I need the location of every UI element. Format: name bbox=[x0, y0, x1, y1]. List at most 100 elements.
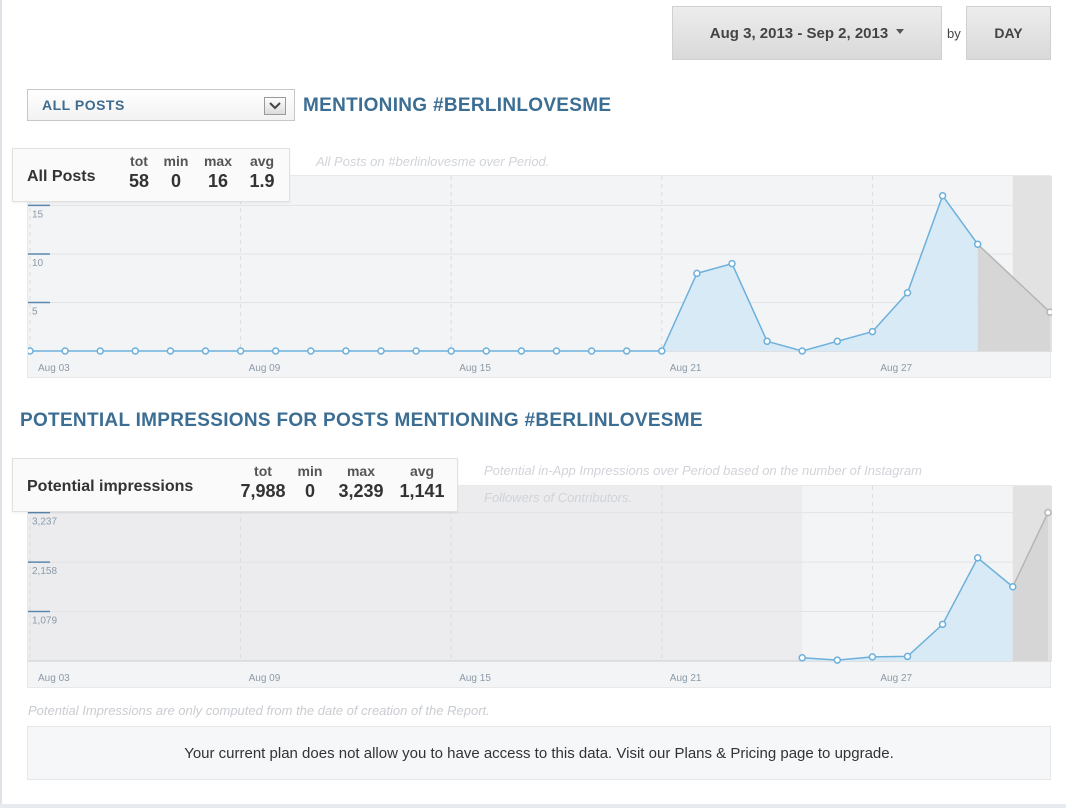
x-tick-label: Aug 03 bbox=[38, 673, 70, 684]
data-point bbox=[307, 347, 315, 355]
y-tick-label: 15 bbox=[32, 209, 44, 220]
stat-label: avg bbox=[249, 153, 275, 169]
data-point bbox=[938, 191, 947, 200]
posts-heading: MENTIONING #BERLINLOVESME bbox=[303, 95, 612, 116]
impressions-stats-name: Potential impressions bbox=[27, 478, 194, 495]
stat-value: 3,239 bbox=[338, 481, 384, 501]
stat-label: tot bbox=[130, 153, 148, 169]
x-tick-label: Aug 15 bbox=[459, 673, 491, 684]
stat-label: max bbox=[203, 153, 233, 169]
impressions-note: Potential Impressions are only computed … bbox=[28, 703, 490, 718]
granularity-button[interactable]: DAY bbox=[966, 6, 1051, 60]
y-tick-label: 2,158 bbox=[32, 566, 57, 577]
stat-value: 7,988 bbox=[240, 481, 286, 501]
x-tick-label: Aug 21 bbox=[670, 673, 702, 684]
stat-value: 1.9 bbox=[249, 171, 275, 191]
upgrade-notice: Your current plan does not allow you to … bbox=[27, 726, 1051, 780]
data-point bbox=[447, 347, 455, 355]
select-arrow[interactable] bbox=[264, 97, 286, 115]
stat-tot: tot 58 bbox=[126, 153, 152, 192]
y-tick-label: 1,079 bbox=[32, 616, 57, 627]
stat-label: max bbox=[346, 463, 376, 479]
data-point bbox=[342, 347, 350, 355]
date-range-dropdown[interactable]: Aug 3, 2013 - Sep 2, 2013 bbox=[672, 6, 942, 60]
data-point bbox=[131, 347, 140, 355]
data-point bbox=[482, 347, 491, 355]
data-point bbox=[61, 347, 69, 355]
by-label: by bbox=[947, 26, 961, 41]
stat-label: tot bbox=[254, 463, 272, 479]
x-tick-label: Aug 27 bbox=[880, 673, 912, 684]
stat-min: min 0 bbox=[161, 153, 191, 192]
data-point bbox=[28, 347, 34, 355]
posts-area bbox=[30, 195, 978, 351]
data-point bbox=[201, 347, 210, 355]
data-point bbox=[622, 347, 631, 355]
x-tick-label: Aug 21 bbox=[670, 363, 702, 374]
posts-stats-name: All Posts bbox=[27, 168, 96, 185]
stat-label: avg bbox=[409, 463, 435, 479]
data-point bbox=[903, 289, 912, 297]
posts-chart-svg: 5 10 15 Aug 03 Aug 09 Aug 15 Aug 21 Aug 27 bbox=[28, 176, 1052, 374]
data-point bbox=[412, 347, 420, 355]
stat-value: 58 bbox=[128, 171, 150, 191]
x-tick-label: Aug 03 bbox=[38, 363, 70, 374]
data-point bbox=[96, 347, 104, 355]
data-point bbox=[587, 347, 596, 355]
posts-chart: 5 10 15 Aug 03 Aug 09 Aug 15 Aug 21 Aug 27 bbox=[27, 175, 1052, 378]
y-tick-label: 10 bbox=[32, 258, 44, 269]
projection-point bbox=[1044, 508, 1052, 517]
data-point bbox=[377, 347, 385, 355]
data-point bbox=[903, 652, 912, 661]
stat-value: 1,141 bbox=[399, 481, 445, 501]
stat-label: min bbox=[163, 153, 189, 169]
data-point bbox=[973, 554, 982, 562]
impressions-subtitle-line2: Followers of Contributors. bbox=[484, 490, 633, 505]
posts-stats-box: All Posts tot 58 min 0 max 16 avg 1.9 bbox=[12, 148, 290, 202]
stat-value: 16 bbox=[207, 171, 229, 191]
post-filter-select[interactable]: ALL POSTS bbox=[27, 89, 295, 121]
impressions-subtitle-line1: Potential in-App Impressions over Period… bbox=[484, 463, 922, 478]
y-tick-label: 3,237 bbox=[32, 517, 57, 528]
stat-max: max 3,239 bbox=[331, 463, 391, 502]
data-point bbox=[833, 656, 842, 664]
stat-value: 0 bbox=[170, 171, 181, 191]
stat-value: 0 bbox=[304, 481, 315, 501]
bottom-border bbox=[0, 804, 1066, 808]
x-tick-label: Aug 09 bbox=[249, 673, 281, 684]
impressions-area bbox=[802, 557, 1013, 661]
data-point bbox=[552, 347, 561, 355]
data-point bbox=[938, 620, 947, 629]
data-point bbox=[658, 347, 666, 355]
chevron-down-icon bbox=[269, 102, 281, 110]
impressions-chart-svg: 1,079 2,158 3,237 Aug 03 Aug 09 Aug 15 Aug 21 A… bbox=[28, 486, 1052, 684]
data-point bbox=[868, 653, 877, 661]
data-point bbox=[798, 654, 806, 662]
data-point bbox=[868, 327, 877, 336]
stat-min: min 0 bbox=[295, 463, 325, 502]
data-point bbox=[763, 337, 771, 346]
post-filter-value: ALL POSTS bbox=[42, 97, 125, 113]
stat-avg: avg 1,141 bbox=[395, 463, 449, 502]
frame-border bbox=[0, 0, 2, 808]
y-tick-label: 5 bbox=[32, 306, 38, 317]
data-point bbox=[1009, 583, 1017, 591]
data-point bbox=[166, 347, 175, 355]
data-point bbox=[693, 269, 701, 278]
stat-avg: avg 1.9 bbox=[245, 153, 279, 192]
data-point bbox=[271, 347, 280, 355]
data-point bbox=[798, 347, 806, 355]
data-point bbox=[833, 337, 842, 346]
posts-chart-subtitle: All Posts on #berlinlovesme over Period. bbox=[316, 154, 550, 169]
data-point bbox=[728, 259, 736, 268]
projection-point bbox=[1046, 308, 1052, 316]
impressions-stats-box: Potential impressions tot 7,988 min 0 ma… bbox=[12, 458, 458, 512]
stat-tot: tot 7,988 bbox=[235, 463, 291, 502]
data-point bbox=[236, 347, 245, 355]
data-point bbox=[973, 240, 982, 248]
x-tick-label: Aug 27 bbox=[880, 363, 912, 374]
date-range-label: Aug 3, 2013 - Sep 2, 2013 bbox=[709, 24, 889, 42]
caret-down-icon bbox=[896, 28, 905, 34]
posts-line bbox=[30, 194, 979, 352]
x-tick-label: Aug 09 bbox=[249, 363, 281, 374]
